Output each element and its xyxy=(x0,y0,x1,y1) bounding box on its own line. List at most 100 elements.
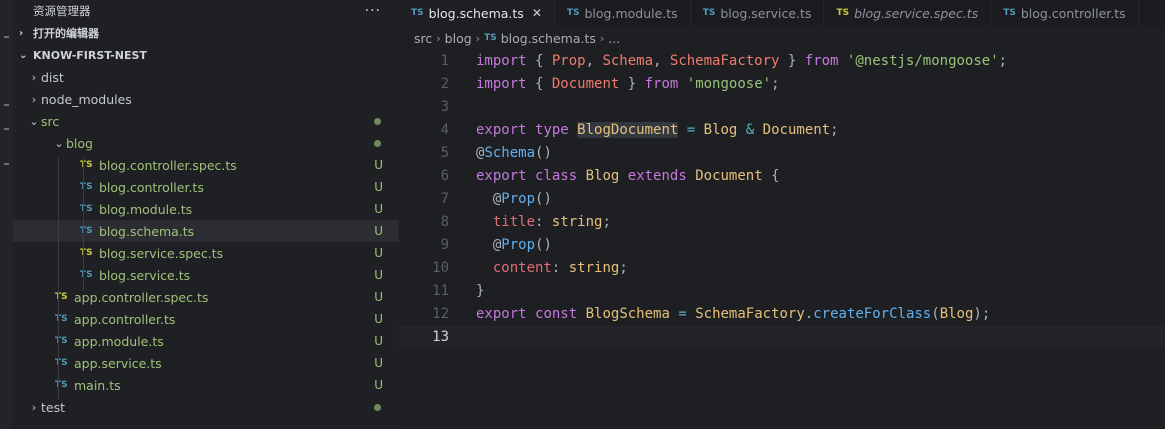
line-number: 1 xyxy=(440,53,449,69)
code-line[interactable]: 12 export const BlogSchema = SchemaFactor… xyxy=(399,303,1165,326)
open-editors-label: 打开的编辑器 xyxy=(33,27,99,40)
breadcrumb-item[interactable]: src xyxy=(414,31,432,46)
editor-area: TS blog.schema.ts ✕ TS blog.module.ts TS blog.… xyxy=(399,0,1165,429)
chevron-right-icon: › xyxy=(436,31,441,45)
activity-mark xyxy=(4,36,9,38)
code-token: Prop xyxy=(551,53,586,69)
line-number: 5 xyxy=(440,145,449,161)
code-line[interactable]: 6 export class Blog extends Document { xyxy=(399,165,1165,188)
tree-item-label: blog.schema.ts xyxy=(99,223,195,239)
code-token: Blog xyxy=(939,306,974,322)
git-status-badge: U xyxy=(374,246,383,260)
file-item[interactable]: TS app.controller.ts U xyxy=(13,308,399,330)
editor-tab[interactable]: TS blog.service.spec.ts xyxy=(824,0,992,26)
tree-item-label: src xyxy=(41,113,60,129)
file-item[interactable]: TS app.module.ts U xyxy=(13,330,399,352)
code-line[interactable]: 3 xyxy=(399,96,1165,119)
file-item[interactable]: TS blog.controller.ts U xyxy=(13,176,399,198)
close-icon[interactable]: ✕ xyxy=(532,6,542,20)
git-status-badge: U xyxy=(374,290,383,304)
git-status-badge: U xyxy=(374,312,383,326)
file-item[interactable]: TS app.controller.spec.ts U xyxy=(13,286,399,308)
editor-tab[interactable]: TS blog.controller.ts xyxy=(991,0,1139,26)
editor-tab[interactable]: TS blog.module.ts xyxy=(555,0,691,26)
code-token: = xyxy=(678,306,687,322)
code-token: ; xyxy=(830,122,839,138)
file-item[interactable]: TS blog.schema.ts U xyxy=(13,220,399,242)
code-token: @ xyxy=(476,237,502,253)
code-line[interactable]: 10 content: string; xyxy=(399,257,1165,280)
code-token: extends xyxy=(627,168,687,184)
folder-item[interactable]: ⌄ blog xyxy=(13,132,399,154)
line-content: export type BlogDocument = Blog & Docume… xyxy=(476,119,839,142)
tree-item-label: blog.module.ts xyxy=(99,201,193,217)
code-token: export xyxy=(476,122,527,138)
tree-item-label: app.controller.spec.ts xyxy=(74,289,209,305)
tree-item-label: dist xyxy=(41,69,64,85)
code-token: } xyxy=(619,76,645,92)
code-token: export xyxy=(476,306,527,322)
code-token: ; xyxy=(619,260,628,276)
line-number: 7 xyxy=(440,191,449,207)
folder-item[interactable]: ⌄ src xyxy=(13,110,399,132)
breadcrumb: src › blog › TS blog.schema.ts ›... xyxy=(399,26,1165,50)
code-line[interactable]: 2 import { Document } from 'mongoose'; xyxy=(399,73,1165,96)
code-token: Prop xyxy=(501,191,536,207)
file-item[interactable]: TS blog.module.ts U xyxy=(13,198,399,220)
open-editors-section[interactable]: › 打开的编辑器 xyxy=(13,22,399,44)
code-line[interactable]: 7 @Prop() xyxy=(399,188,1165,211)
code-token: '@nestjs/mongoose' xyxy=(846,53,999,69)
chevron-right-icon: › xyxy=(31,400,37,414)
folder-item[interactable]: › dist xyxy=(13,66,399,88)
code-token: type xyxy=(535,122,569,138)
tree-item-label: test xyxy=(41,399,66,415)
breadcrumb-file[interactable]: blog.schema.ts xyxy=(501,31,596,46)
code-token: Prop xyxy=(501,237,536,253)
code-line[interactable]: 11} xyxy=(399,280,1165,303)
folder-item[interactable]: › node_modules xyxy=(13,88,399,110)
line-content: @Prop() xyxy=(476,234,552,257)
activity-mark xyxy=(4,128,9,130)
code-token: , xyxy=(653,53,670,69)
breadcrumb-symbols[interactable]: ... xyxy=(608,31,620,46)
project-section[interactable]: ⌄ KNOW-FIRST-NEST xyxy=(13,44,399,66)
more-actions-icon[interactable]: ··· xyxy=(365,3,381,19)
line-number: 9 xyxy=(440,237,449,253)
code-line[interactable]: 4 export type BlogDocument = Blog & Docum… xyxy=(399,119,1165,142)
code-line[interactable]: 13 xyxy=(399,326,1165,349)
code-line[interactable]: 1 import { Prop, Schema, SchemaFactory } … xyxy=(399,50,1165,73)
editor-tabs: TS blog.schema.ts ✕ TS blog.module.ts TS blog.… xyxy=(399,0,1165,26)
breadcrumb-item[interactable]: blog xyxy=(445,31,472,46)
file-item[interactable]: TS blog.controller.spec.ts U xyxy=(13,154,399,176)
file-item[interactable]: TS blog.service.spec.ts U xyxy=(13,242,399,264)
chevron-right-icon: › xyxy=(31,92,37,106)
code-line[interactable]: 8 title: string; xyxy=(399,211,1165,234)
editor-tab[interactable]: TS blog.service.ts xyxy=(691,0,825,26)
code-token: export xyxy=(476,168,527,184)
folder-item[interactable]: › test xyxy=(13,396,399,418)
code-line[interactable]: 9 @Prop() xyxy=(399,234,1165,257)
code-editor[interactable]: 1 import { Prop, Schema, SchemaFactory } … xyxy=(399,50,1165,349)
line-number: 8 xyxy=(440,214,449,230)
git-status-badge: U xyxy=(374,180,383,194)
editor-tab[interactable]: TS blog.schema.ts ✕ xyxy=(399,0,555,26)
activity-mark xyxy=(4,163,9,165)
git-status-badge: U xyxy=(374,224,383,238)
tree-item-label: blog.service.ts xyxy=(99,267,191,283)
code-line[interactable]: 5 @Schema() xyxy=(399,142,1165,165)
file-item[interactable]: TS blog.service.ts U xyxy=(13,264,399,286)
tab-label: blog.service.spec.ts xyxy=(854,5,979,21)
git-modified-dot xyxy=(374,403,381,411)
code-token: : xyxy=(535,214,552,230)
file-item[interactable]: TS app.service.ts U xyxy=(13,352,399,374)
file-item[interactable]: TS main.ts U xyxy=(13,374,399,396)
code-token: ; xyxy=(998,53,1008,69)
activity-bar xyxy=(0,0,13,429)
code-token: } xyxy=(476,283,485,299)
